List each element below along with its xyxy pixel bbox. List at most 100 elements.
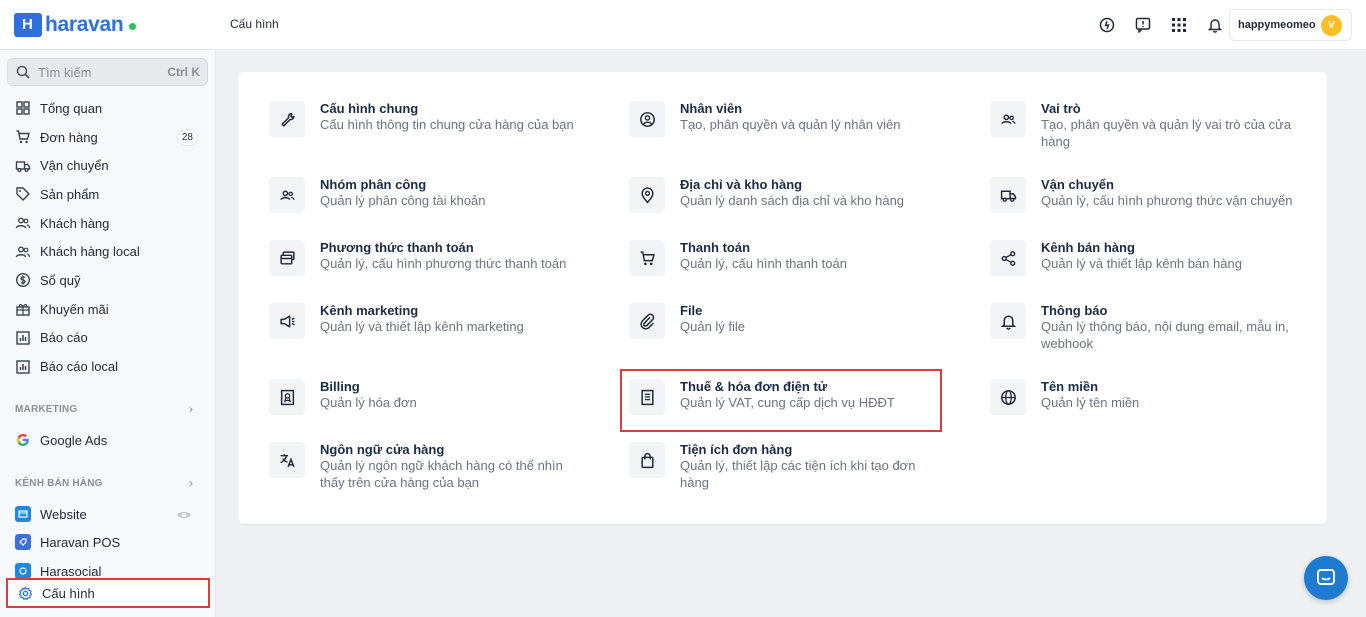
setting-description: Quản lý thông báo, nội dung email, mẫu i… [1041,319,1289,351]
sidebar-item[interactable]: Báo cáo [0,324,216,353]
setting-title: Ngôn ngữ cửa hàng [320,442,445,457]
brand-name: haravan [45,13,124,36]
setting-item[interactable]: Kênh marketing Quản lý và thiết lập kênh … [269,303,580,339]
search-shortcut: Ctrl K [167,65,200,79]
sidebar-item-label: Cấu hình [42,585,95,601]
sidebar-item[interactable]: Báo cáo local [0,352,216,381]
setting-item[interactable]: Tiện ích đơn hàng Quản lý, thiết lập các … [629,442,940,491]
sidebar-item-website[interactable]: Website [15,506,87,522]
translate-icon [269,442,305,478]
chevron-right-icon[interactable]: › [189,402,193,416]
truck-icon [15,158,31,174]
sidebar-item-settings[interactable]: Cấu hình [6,578,210,608]
cart-icon [15,129,31,145]
user-circle-icon [629,101,665,137]
marketing-heading: MARKETING [15,404,78,415]
setting-item[interactable]: Cấu hình chung Cấu hình thông tin chung c… [269,101,580,137]
sidebar-item-label: Khuyến mãi [40,301,109,317]
bag-icon [629,442,665,478]
bell-icon [990,303,1026,339]
setting-item[interactable]: Billing Quản lý hóa đơn [269,379,580,415]
search-input[interactable]: Tìm kiếm Ctrl K [7,58,208,86]
sidebar-item[interactable]: Sổ quỹ [0,266,216,295]
setting-title: Thanh toán [680,240,751,255]
setting-description: Quản lý và thiết lập kênh bán hàng [1041,256,1242,271]
setting-title: Kênh bán hàng [1041,240,1135,255]
sidebar-nav: Tổng quan Đơn hàng 28 Vận chuyển Sản phẩm Khá… [0,94,216,381]
channels-heading: KÊNH BÁN HÀNG [15,478,103,489]
speed-icon[interactable] [1096,14,1118,36]
sidebar-item-harasocial[interactable]: Harasocial [15,563,101,579]
setting-item[interactable]: Ngôn ngữ cửa hàng Quản lý ngôn ngữ khách … [269,442,580,491]
chat-icon [1317,569,1335,585]
sidebar-item-google-ads[interactable]: Google Ads [15,432,107,448]
setting-description: Quản lý, cấu hình phương thức thanh toán [320,256,567,271]
sidebar-item-label: Khách hàng local [40,244,140,260]
haravan-logo-mark [14,13,42,37]
sidebar-item[interactable]: Sản phẩm [0,180,216,209]
chart-icon [15,330,31,346]
sidebar-item-label: Sản phẩm [40,186,100,202]
cart-icon [629,240,665,276]
setting-title: File [680,303,703,318]
truck-icon [990,177,1026,213]
social-icon [15,563,31,579]
sidebar-item[interactable]: Khách hàng [0,209,216,238]
sidebar-item-label: Sổ quỹ [40,272,81,288]
avatar: V [1321,15,1342,36]
apps-grid-icon[interactable] [1168,14,1190,36]
sidebar-item-haravan-pos[interactable]: Haravan POS [15,534,120,550]
setting-description: Tạo, phân quyền và quản lý nhân viên [680,117,901,132]
dashboard-icon [15,100,31,116]
search-placeholder: Tìm kiếm [38,64,92,80]
sidebar-item[interactable]: Khách hàng local [0,237,216,266]
setting-description: Cấu hình thông tin chung cửa hàng của bạ… [320,117,574,132]
setting-item[interactable]: Tên miền Quản lý tên miền [990,379,1301,415]
sidebar-item[interactable]: Đơn hàng 28 [0,123,216,152]
setting-title: Vận chuyển [1041,177,1114,192]
setting-description: Quản lý ngôn ngữ khách hàng có thể nhìn … [320,458,563,490]
setting-description: Quản lý tên miền [1041,395,1140,410]
setting-item[interactable]: Địa chỉ và kho hàng Quản lý danh sách địa… [629,177,940,213]
eye-icon[interactable] [176,508,192,526]
sidebar-item[interactable]: Khuyến mãi [0,295,216,324]
cards-icon [269,240,305,276]
share-icon [990,240,1026,276]
setting-item[interactable]: Nhóm phân công Quản lý phân công tài khoả… [269,177,580,213]
setting-title: Billing [320,379,360,394]
setting-item[interactable]: Vai trò Tạo, phân quyền và quản lý vai tr… [990,101,1301,150]
setting-item[interactable]: Thông báo Quản lý thông báo, nội dung ema… [990,303,1301,352]
setting-item[interactable]: Kênh bán hàng Quản lý và thiết lập kênh b… [990,240,1301,276]
user-menu[interactable]: happymeomeo V [1229,9,1352,41]
haravan-logo[interactable]: haravan [14,12,137,38]
setting-description: Quản lý, cấu hình thanh toán [680,256,847,271]
chart-icon [15,359,31,375]
pos-icon [15,534,31,550]
sidebar-item[interactable]: Vận chuyển [0,151,216,180]
setting-title: Vai trò [1041,101,1081,116]
sidebar-item-label: Tổng quan [40,100,103,116]
sidebar-item-label: Haravan POS [40,534,121,550]
sidebar-item-label: Báo cáo local [40,359,119,375]
bell-icon[interactable] [1204,14,1226,36]
setting-item[interactable]: Phương thức thanh toán Quản lý, cấu hình … [269,240,580,276]
setting-description: Quản lý và thiết lập kênh marketing [320,319,524,334]
chevron-right-icon[interactable]: › [189,476,193,490]
setting-item[interactable]: Vận chuyển Quản lý, cấu hình phương thức … [990,177,1301,213]
users-icon [15,215,31,231]
setting-item[interactable]: Nhân viên Tạo, phân quyền và quản lý nhân… [629,101,940,137]
setting-item[interactable]: Thanh toán Quản lý, cấu hình thanh toán [629,240,940,276]
top-bar: haravan Cấu hình happymeomeo V [0,0,1366,50]
chat-button[interactable] [1304,556,1348,600]
setting-title: Tiện ích đơn hàng [680,442,793,457]
users-icon [15,244,31,260]
settings-card: Cấu hình chung Cấu hình thông tin chung c… [238,72,1327,524]
sidebar-item[interactable]: Tổng quan [0,94,216,123]
sidebar-item-label: Báo cáo [40,330,88,346]
setting-item[interactable]: File Quản lý file [629,303,940,339]
setting-title: Nhóm phân công [320,177,427,192]
search-icon [16,65,30,79]
sidebar-item-label: Google Ads [40,432,108,448]
users-icon [269,177,305,213]
feedback-icon[interactable] [1132,14,1154,36]
